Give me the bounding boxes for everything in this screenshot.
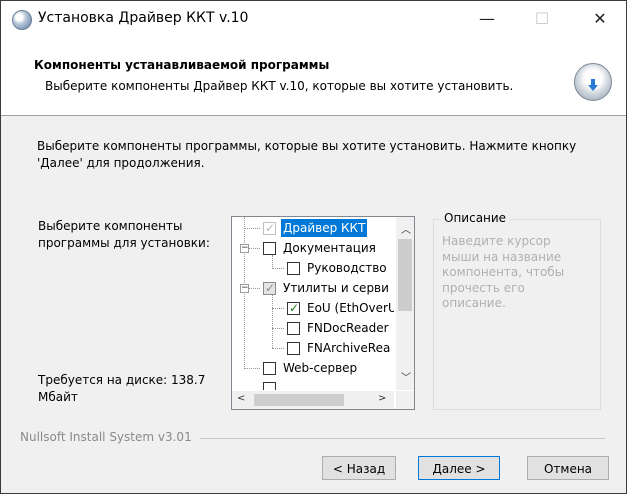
scroll-left-icon[interactable]: < (237, 393, 245, 404)
checkbox[interactable] (263, 382, 276, 390)
cancel-button[interactable]: Отмена (527, 456, 609, 480)
collapse-icon[interactable]: − (240, 284, 249, 293)
minimize-button[interactable]: — (467, 6, 507, 32)
checkbox[interactable] (263, 219, 276, 237)
tree-item-label: Драйвер ККТ (281, 219, 368, 237)
tree-connector (244, 368, 260, 369)
tree-connector (272, 348, 284, 349)
close-button[interactable]: ✕ (580, 6, 620, 32)
checkbox[interactable] (287, 322, 300, 335)
description-line: мыши на название (442, 249, 562, 264)
maximize-button[interactable]: ☐ (522, 6, 562, 32)
disk-space-line-1: Требуется на диске: 138.7 (38, 373, 206, 387)
description-line: прочесть его (442, 280, 525, 295)
window-title: Установка Драйвер ККТ v.10 (38, 10, 249, 26)
components-tree[interactable]: Драйвер ККТ − Документация Руководство −… (231, 216, 415, 410)
select-components-label: Выберите компоненты программы для устано… (38, 218, 218, 252)
tree-item-label: Web-сервер (283, 361, 358, 375)
checkbox[interactable] (263, 279, 276, 297)
tree-connector (272, 308, 284, 309)
tree-item-label: FNArchiveRea (307, 341, 391, 355)
tree-connector (249, 248, 260, 249)
scroll-up-icon[interactable]: ︿ (401, 221, 411, 236)
disk-space-line-2: Мбайт (38, 390, 78, 404)
description-line: Наведите курсор (442, 234, 551, 248)
checkbox[interactable] (287, 342, 300, 355)
tree-item-label: EoU (EthOverU (307, 301, 394, 315)
collapse-icon[interactable]: − (240, 244, 249, 253)
scrollbar-corner (396, 391, 414, 409)
tree-item-label: Документация (283, 241, 376, 255)
tree-connector (272, 268, 284, 269)
footer-divider (200, 438, 605, 439)
description-line: компонента, чтобы (442, 265, 565, 279)
scroll-thumb[interactable] (398, 239, 412, 311)
checkbox[interactable] (263, 362, 276, 375)
intro-line-2: 'Далее' для продолжения. (37, 156, 205, 170)
next-button[interactable]: Далее > (418, 456, 500, 480)
scroll-thumb[interactable] (254, 394, 344, 406)
download-arrow-icon (588, 79, 598, 91)
intro-line-1: Выберите компоненты программы, которые в… (37, 139, 577, 153)
tree-item-label: Утилиты и серви (283, 281, 389, 295)
tree-connector (244, 228, 260, 229)
scroll-down-icon[interactable]: ﹀ (401, 369, 411, 384)
description-line: описание. (442, 296, 506, 310)
select-label-line-2: программы для установки: (38, 236, 210, 250)
intro-text: Выберите компоненты программы, которые в… (37, 138, 597, 172)
page-subtitle: Выберите компоненты Драйвер ККТ v.10, ко… (45, 79, 514, 93)
tree-item-label: FNDocReader (307, 321, 389, 335)
back-button[interactable]: < Назад (322, 456, 396, 480)
installer-app-icon (12, 10, 32, 30)
tree-item-label: Руководство (307, 261, 387, 275)
description-text: Наведите курсор мыши на название компоне… (442, 234, 592, 312)
page-title: Компоненты устанавливаемой программы (34, 58, 330, 72)
checkbox[interactable] (287, 299, 300, 317)
scroll-right-icon[interactable]: > (378, 393, 386, 404)
tree-connector (272, 328, 284, 329)
description-title: Описание (441, 211, 510, 225)
select-label-line-1: Выберите компоненты (38, 219, 183, 233)
disk-space-label: Требуется на диске: 138.7 Мбайт (38, 372, 228, 406)
install-disc-icon (574, 63, 612, 101)
checkbox[interactable] (287, 262, 300, 275)
checkbox[interactable] (263, 242, 276, 255)
tree-connector (272, 295, 273, 348)
tree-viewport: Драйвер ККТ − Документация Руководство −… (232, 217, 394, 390)
tree-connector (272, 255, 273, 269)
tree-connector (249, 288, 260, 289)
nsis-brand: Nullsoft Install System v3.01 (20, 430, 192, 444)
tree-horizontal-scrollbar[interactable]: < > (232, 391, 394, 409)
page-header (1, 39, 626, 116)
tree-vertical-scrollbar[interactable]: ︿ ﹀ (396, 217, 414, 390)
